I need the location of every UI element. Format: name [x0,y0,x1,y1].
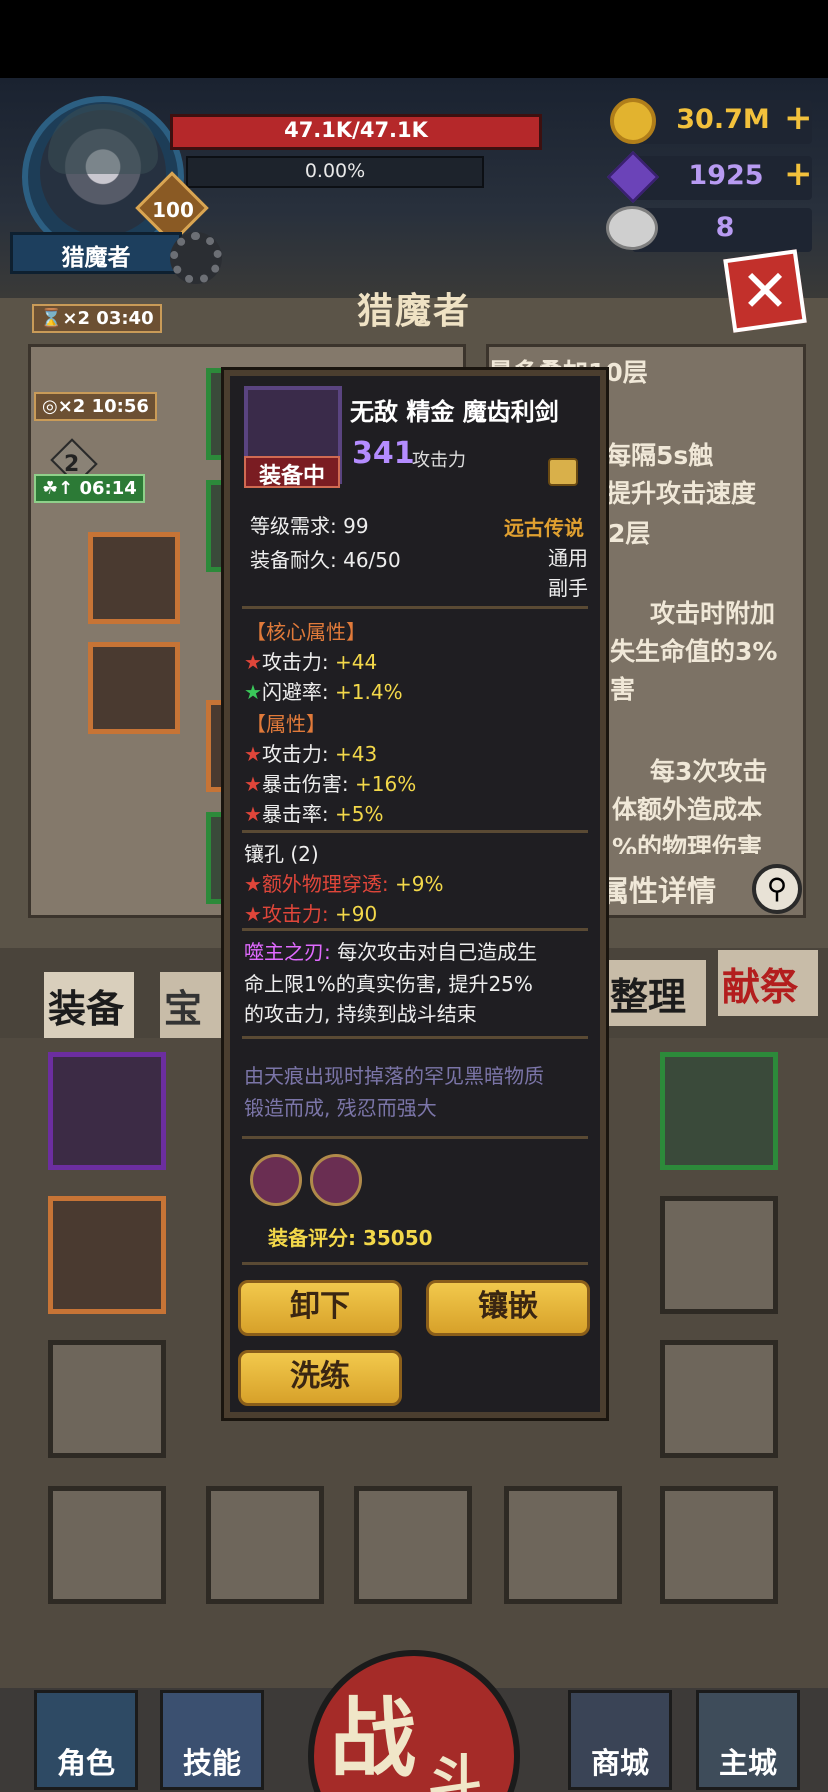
lore-1: 由天痕出现时掉落的罕见黑暗物质 [244,1064,544,1088]
item-name: 无敌 精金 魔齿利剑 [350,398,559,426]
nav-shop[interactable]: 商城 [568,1740,672,1782]
core-attr-title: 【核心属性】 [246,620,366,644]
divider [242,830,588,833]
attr-title: 【属性】 [246,712,326,736]
inventory-slot[interactable] [354,1486,472,1604]
skill-text-2: 命上限1%的真实伤害, 提升25% [244,972,533,996]
inventory-slot[interactable] [660,1340,778,1458]
add-gem-button[interactable]: + [784,154,813,194]
item-score: 装备评分: 35050 [268,1226,433,1250]
bonus-line-3: 2层 [608,519,651,548]
player-name: 猎魔者 [61,245,131,271]
nav-city[interactable]: 主城 [696,1740,800,1782]
attr-row: ★暴击率: +5% [244,802,384,826]
equip-slot-gloves[interactable] [88,532,180,624]
refine-button[interactable]: 洗练 [238,1350,402,1406]
red-star-icon: ★ [244,872,262,896]
socket-gem-icon[interactable] [250,1154,302,1206]
tab-sort[interactable]: 整理 [606,960,706,1026]
search-icon[interactable]: ⚲ [752,864,802,914]
ram-amount: 8 [715,212,735,243]
inventory-slot[interactable] [660,1486,778,1604]
hourglass-icon: ⌛ [40,308,63,329]
item-type-2: 副手 [548,576,588,600]
gold-amount: 30.7M [676,104,770,135]
bonus-line-1: 每隔5s触 [606,441,714,470]
red-star-icon: ★ [244,742,262,766]
green-star-icon: ★ [244,680,262,704]
divider [242,1036,588,1039]
attr-row: ★攻击力: +43 [244,742,378,766]
close-icon: ✕ [740,257,790,325]
attr-row: ★暴击伤害: +16% [244,772,417,796]
durability: 装备耐久: 46/50 [250,548,401,572]
fight-label-1: 战 [330,1689,416,1789]
level-requirement: 等级需求: 99 [250,514,369,538]
nav-role[interactable]: 角色 [34,1740,138,1782]
socket-title: 镶孔 (2) [244,842,319,866]
add-gold-button[interactable]: + [784,98,813,138]
bonus-line-4: 攻击时附加 [650,599,776,628]
clover-icon: ☘↑ [42,478,80,499]
inventory-slot[interactable] [48,1340,166,1458]
skill-text: 噬主之刃: 每次攻击对自己造成生 [244,940,538,964]
xp-text: 0.00% [304,160,366,182]
unequip-button[interactable]: 卸下 [238,1280,402,1336]
lore-2: 锻造而成, 残忍而强大 [244,1096,437,1120]
inventory-slot[interactable] [504,1486,622,1604]
game-screen: 47.1K/47.1K 0.00% 100 猎魔者 30.7M + 1925 +… [0,0,828,1792]
attribute-detail-link[interactable]: 属性详情 [600,868,716,910]
equip-slot-weapon[interactable] [88,642,180,734]
panel-title: 猎魔者 [356,291,471,332]
socket-row: ★额外物理穿透: +9% [244,872,444,896]
rarity: 远古传说 [504,516,584,540]
coin-icon [610,98,656,144]
nav-skill[interactable]: 技能 [160,1740,264,1782]
inventory-slot[interactable] [48,1196,166,1314]
hp-text: 47.1K/47.1K [284,118,428,142]
item-type-1: 通用 [548,546,588,570]
buff-speed: ⌛×2 03:40 [32,304,162,333]
item-attack-value: 341 [352,436,415,471]
socket-button[interactable]: 镶嵌 [426,1280,590,1336]
inventory-slot[interactable] [660,1052,778,1170]
socket-gem-icon[interactable] [310,1154,362,1206]
tab-gems[interactable]: 宝石 [160,972,230,1086]
bonus-line-8: 每3次攻击 [650,757,768,786]
bonus-line-6: 害 [610,675,636,704]
inventory-slot[interactable] [660,1196,778,1314]
skill-text-3: 的攻击力, 持续到战斗结束 [244,1002,477,1026]
core-attr-row: ★闪避率: +1.4% [244,680,403,704]
inventory-slot[interactable] [48,1052,166,1170]
equipped-badge: 装备中 [244,456,340,489]
red-star-icon: ★ [244,650,262,674]
bonus-line-2: 提升攻击速度 [606,479,757,508]
settings-gear-icon[interactable] [170,232,222,284]
level-text: 100 [152,198,194,222]
buff-luck: ☘↑ 06:14 [34,474,145,503]
divider [242,606,588,609]
tab-sacrifice[interactable]: 献祭 [718,950,818,1016]
core-attr-row: ★攻击力: +44 [244,650,378,674]
red-star-icon: ★ [244,902,262,926]
gem-amount: 1925 [688,160,764,191]
red-star-icon: ★ [244,772,262,796]
divider [242,1136,588,1139]
socket-row: ★攻击力: +90 [244,902,378,926]
bonus-line-5: 失生命值的3% [610,637,778,666]
ram-skull-icon [606,206,658,250]
inventory-slot[interactable] [48,1486,166,1604]
bonus-line-10: %的物理伤害 [612,833,763,854]
unlock-icon[interactable] [548,458,578,486]
bonus-line-9: 体额外造成本 [612,795,763,824]
buff-gold: ◎×2 10:56 [34,392,157,421]
divider [242,928,588,931]
tab-equipment[interactable]: 装备 [44,972,134,1040]
fight-label-2: 斗 [428,1749,482,1792]
item-attack-label: 攻击力 [412,450,466,471]
inventory-slot[interactable] [206,1486,324,1604]
divider [242,1262,588,1265]
coin-buff-icon: ◎ [42,396,58,417]
red-star-icon: ★ [244,802,262,826]
